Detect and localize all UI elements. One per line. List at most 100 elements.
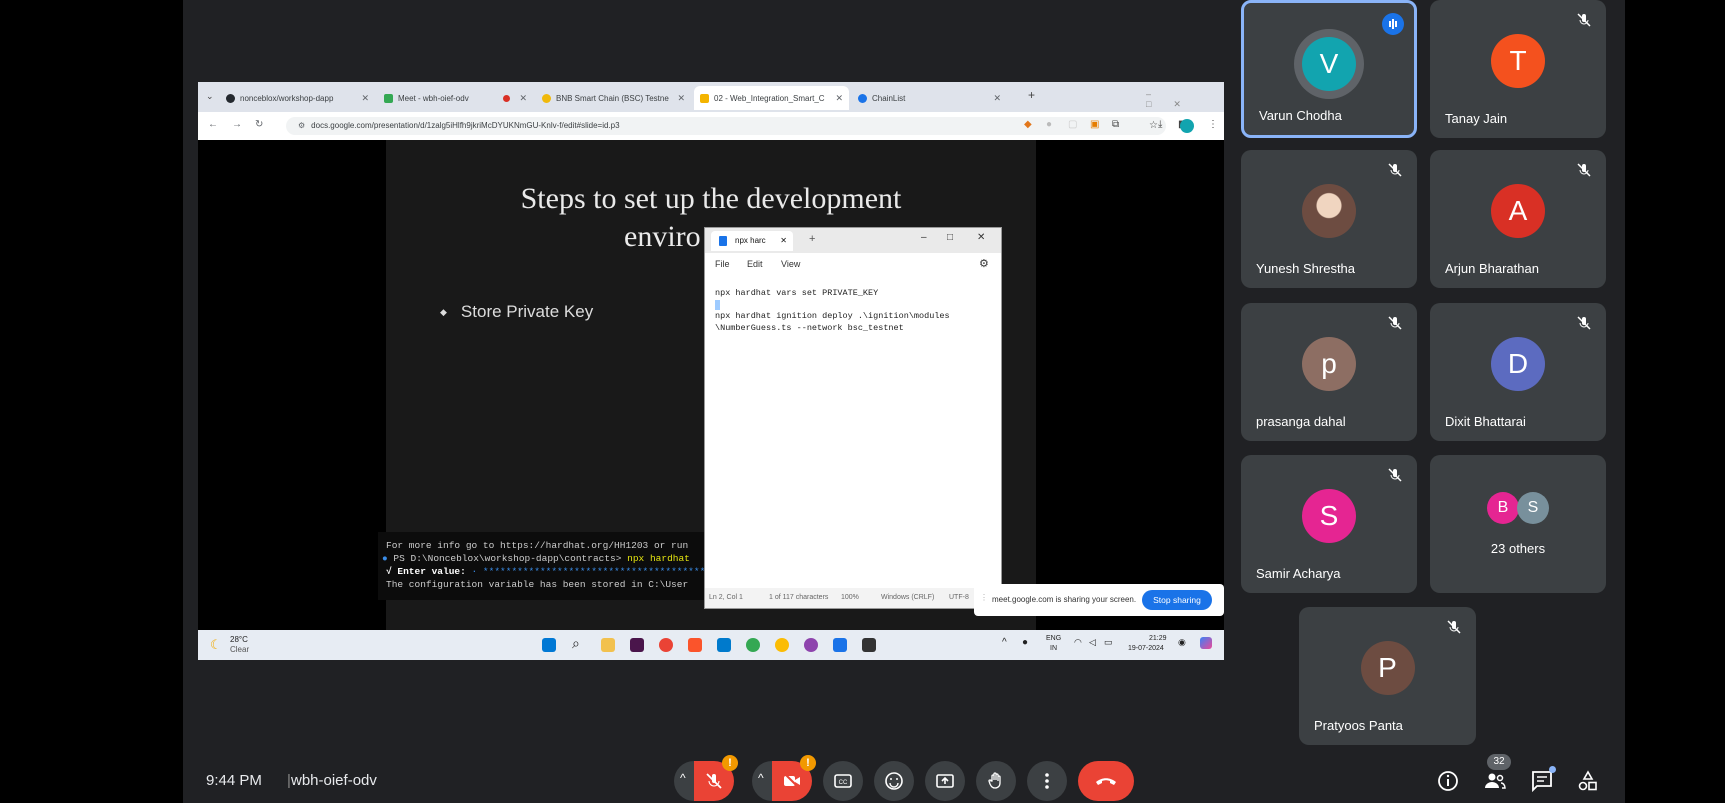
participant-tile[interactable]: Yunesh Shrestha [1241,150,1417,288]
extensions-puzzle-icon[interactable]: ⧉ [1112,119,1119,130]
participant-tile[interactable]: A Arjun Bharathan [1430,150,1606,288]
close-icon[interactable]: ✕ [993,93,1001,104]
windows-start-icon[interactable] [542,638,556,652]
menu-edit[interactable]: Edit [747,259,763,269]
speaking-indicator-icon [1382,13,1404,35]
slack-icon[interactable] [630,638,644,652]
zoom-level: 100% [841,594,859,601]
volume-icon[interactable]: ◁ [1089,637,1096,648]
menu-view[interactable]: View [781,259,800,269]
people-icon[interactable] [1483,769,1507,793]
drag-handle-icon[interactable]: ⋮ [980,593,988,602]
weather-desc: Clear [230,645,250,654]
browser-tab-slides[interactable]: 02 - Web_Integration_Smart_C ✕ [694,86,849,110]
close-icon[interactable]: ✕ [977,232,985,243]
activities-icon[interactable] [1576,769,1600,793]
raise-hand-button[interactable] [976,761,1016,801]
maximize-icon[interactable]: □ [947,232,953,243]
editor-line: \NumberGuess.ts --network bsc_testnet [715,322,904,333]
browser-tab-github[interactable]: nonceblox/workshop-dapp ✕ [220,86,375,110]
more-options-icon[interactable]: ⋮ [1208,119,1218,130]
others-tile[interactable]: B S 23 others [1430,455,1606,593]
app-icon[interactable] [804,638,818,652]
new-tab-button[interactable]: + [1028,88,1035,102]
close-icon[interactable]: ✕ [519,93,527,104]
captions-button[interactable]: CC [823,761,863,801]
forward-icon[interactable]: → [232,119,242,130]
bookmark-star-icon[interactable]: ☆ [1149,117,1158,135]
region-label[interactable]: IN [1050,645,1057,652]
extension-icon[interactable]: ▣ [1090,119,1099,130]
close-icon[interactable]: ✕ [780,231,787,251]
notepad-app-icon[interactable] [833,638,847,652]
vscode-icon[interactable] [717,638,731,652]
clock-time[interactable]: 21:29 [1149,635,1167,642]
close-icon[interactable]: ✕ [835,93,843,104]
new-tab-icon[interactable]: + [809,233,815,245]
close-icon[interactable]: ✕ [677,93,685,104]
warning-badge-icon: ! [722,755,738,771]
terminal-icon[interactable] [862,638,876,652]
file-explorer-icon[interactable] [601,638,615,652]
chevron-up-icon: ^ [680,771,686,785]
audio-options-button[interactable]: ^ [674,761,694,801]
participant-name: Arjun Bharathan [1445,261,1539,276]
chrome-icon[interactable] [775,638,789,652]
more-options-button[interactable] [1027,761,1067,801]
settings-gear-icon[interactable]: ⚙ [979,257,989,270]
notepad-editor[interactable]: npx hardhat vars set PRIVATE_KEY npx har… [715,288,950,334]
participant-tile[interactable]: T Tanay Jain [1430,0,1606,138]
participant-tile[interactable]: V Varun Chodha [1241,0,1417,138]
browser-tab-chainlist[interactable]: ChainList ✕ [852,86,1007,110]
extension-icon[interactable]: ● [1046,119,1052,130]
leave-call-button[interactable] [1078,761,1134,801]
microphone-toggle-button[interactable]: ! [694,755,738,801]
browser-tab-meet[interactable]: Meet - wbh-oief-odv ✕ [378,86,533,110]
browser-tab-strip: ⌄ nonceblox/workshop-dapp ✕ Meet - wbh-o… [198,82,1224,112]
browser-tab-bnb[interactable]: BNB Smart Chain (BSC) Testne ✕ [536,86,691,110]
chrome-icon[interactable] [659,638,673,652]
meeting-info-icon[interactable] [1436,769,1460,793]
terminal-command: npx hardhat [627,553,690,564]
participant-tile[interactable]: P Pratyoos Panta [1299,607,1476,745]
chevron-up-icon[interactable]: ^ [1002,637,1007,648]
present-screen-button[interactable] [925,761,965,801]
window-controls[interactable]: –□✕ [1146,89,1224,110]
search-icon[interactable]: ⌕ [572,635,580,652]
participant-name: prasanga dahal [1256,414,1346,429]
menu-file[interactable]: File [715,259,730,269]
stop-sharing-button[interactable]: Stop sharing [1142,590,1212,610]
copilot-icon[interactable] [1200,637,1212,649]
site-info-icon[interactable]: ⚙ [298,121,305,130]
notification-icon[interactable]: ◉ [1178,637,1186,648]
wifi-icon[interactable]: ◠ [1074,637,1082,648]
tab-search-chevron-icon[interactable]: ⌄ [206,91,214,102]
participant-tile[interactable]: D Dixit Bhattarai [1430,303,1606,441]
download-icon[interactable]: ⤓ [1158,119,1162,130]
reactions-button[interactable] [874,761,914,801]
mic-off-icon [1388,163,1402,177]
notepad-statusbar: Ln 2, Col 1 1 of 117 characters 100% Win… [705,588,1001,608]
slides-icon [700,93,709,103]
profile-avatar[interactable] [1180,119,1194,133]
battery-icon[interactable]: ▭ [1104,637,1113,648]
back-icon[interactable]: ← [208,119,218,130]
terminal-masked-value: · **************************************… [471,566,734,577]
video-options-button[interactable]: ^ [752,761,772,801]
minimize-icon[interactable]: – [921,232,927,243]
reload-icon[interactable]: ↻ [255,119,263,130]
notepad-tab-title: npx harc [735,236,766,245]
participant-tile[interactable]: p prasanga dahal [1241,303,1417,441]
clock-date[interactable]: 19-07-2024 [1128,645,1164,652]
camera-toggle-button[interactable]: ! [772,755,816,801]
participant-tile[interactable]: S Samir Acharya [1241,455,1417,593]
url-field[interactable]: ⚙ docs.google.com/presentation/d/1zalg5iH… [286,117,1166,135]
brave-icon[interactable] [688,638,702,652]
metamask-icon[interactable]: ◆ [1024,119,1032,130]
close-icon[interactable]: ✕ [361,93,369,104]
lang-label[interactable]: ENG [1046,635,1061,642]
recording-icon [503,94,511,102]
chrome-icon[interactable] [746,638,760,652]
extension-icon[interactable]: ▢ [1068,119,1077,130]
notepad-tab[interactable]: npx harc ✕ [711,231,793,251]
